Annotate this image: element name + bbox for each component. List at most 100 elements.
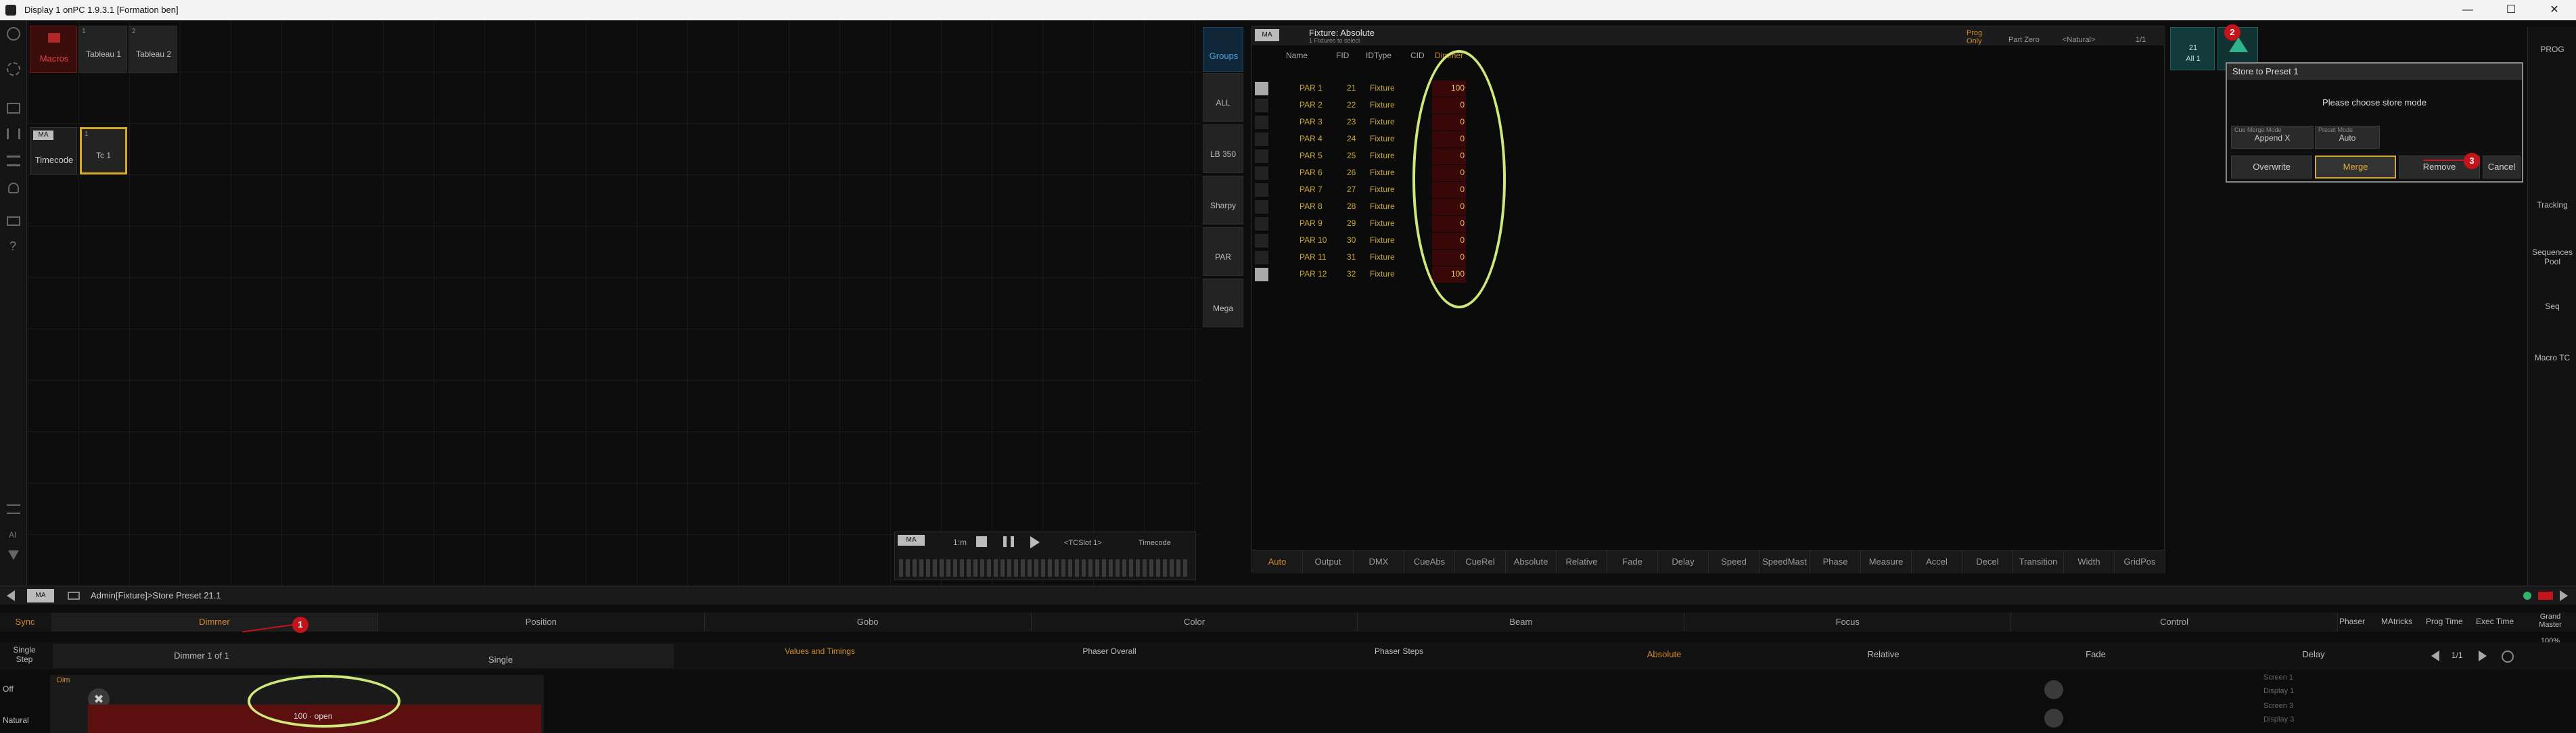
sheet-tab[interactable]: Width: [2064, 550, 2115, 573]
row-select-box[interactable]: [1255, 268, 1268, 281]
arrow-right-icon[interactable]: [2560, 590, 2568, 601]
group-tile-sharpy[interactable]: Sharpy: [1203, 176, 1243, 224]
overwrite-button[interactable]: Overwrite: [2231, 156, 2312, 179]
feature-position[interactable]: Position: [377, 613, 705, 632]
group-tile-mega[interactable]: Mega: [1203, 279, 1243, 327]
screen-knob-icon[interactable]: [2044, 680, 2063, 699]
filter-icon[interactable]: [8, 550, 19, 560]
close-button[interactable]: ✕: [2533, 0, 2576, 20]
groups-pool-header[interactable]: Groups: [1203, 27, 1243, 72]
cancel-button[interactable]: Cancel: [2483, 156, 2521, 179]
gear-icon[interactable]: [7, 62, 20, 76]
display-knob-icon[interactable]: [2044, 709, 2063, 728]
prog-time-button[interactable]: Prog Time: [2426, 617, 2463, 626]
group-tile-all[interactable]: ALL: [1203, 73, 1243, 122]
macro-tile-1[interactable]: 1 Tableau 1: [78, 26, 127, 73]
row-select-box[interactable]: [1255, 99, 1268, 112]
preset-tile[interactable]: 21 All 1: [2170, 27, 2215, 70]
macro-tile-2[interactable]: 2 Tableau 2: [129, 26, 177, 73]
values-timings[interactable]: Values and Timings: [676, 646, 963, 656]
single-mode[interactable]: Single: [327, 644, 674, 668]
sidebar-item-sequences-pool[interactable]: Sequences Pool: [2531, 247, 2574, 266]
col-cid[interactable]: CID: [1410, 51, 1425, 60]
row-select-box[interactable]: [1255, 200, 1268, 214]
cue-merge-mode-field[interactable]: Cue Merge Mode Append X: [2231, 126, 2314, 149]
preset-mode-field[interactable]: Preset Mode Auto: [2315, 126, 2380, 149]
col-idtype[interactable]: IDType: [1366, 51, 1392, 60]
prog-only-toggle[interactable]: Prog Only: [1967, 29, 1994, 45]
arrow-left-icon[interactable]: [7, 590, 15, 601]
sheet-tab[interactable]: Output: [1303, 550, 1354, 573]
sheet-tab[interactable]: CueAbs: [1404, 550, 1455, 573]
power-icon[interactable]: [7, 27, 20, 41]
page-next-icon[interactable]: [2479, 651, 2487, 661]
row-select-box[interactable]: [1255, 251, 1268, 264]
col-fid[interactable]: FID: [1336, 51, 1349, 60]
sheet-tab[interactable]: Accel: [1912, 550, 1962, 573]
group-tile-lb350[interactable]: LB 350: [1203, 124, 1243, 173]
feature-dimmer[interactable]: Dimmer: [51, 613, 378, 632]
sheet-tab[interactable]: Delay: [1658, 550, 1709, 573]
timecode-pool-header[interactable]: MA Timecode: [30, 127, 77, 174]
page-prev-icon[interactable]: [2431, 651, 2439, 661]
natural-mode[interactable]: <Natural>: [2063, 36, 2095, 44]
feature-control[interactable]: Control: [2011, 613, 2339, 632]
part-zero[interactable]: Part Zero: [2008, 36, 2040, 44]
single-step-button[interactable]: Single Step: [4, 645, 45, 664]
phaser-steps[interactable]: Phaser Steps: [1256, 646, 1542, 656]
maximize-button[interactable]: ☐: [2489, 0, 2533, 20]
timecode-slot[interactable]: <TCSlot 1>: [1064, 539, 1102, 547]
sheet-tab[interactable]: Fade: [1607, 550, 1658, 573]
pause-icon[interactable]: [1003, 536, 1014, 547]
feature-beam[interactable]: Beam: [1358, 613, 1685, 632]
row-select-box[interactable]: [1255, 234, 1268, 247]
fader-icon[interactable]: [7, 128, 20, 139]
mode-delay[interactable]: Delay: [2200, 649, 2427, 659]
sheet-tab[interactable]: SpeedMast: [1760, 550, 1810, 573]
encoder-off[interactable]: Off: [3, 684, 43, 694]
timecode-keypad[interactable]: [899, 559, 1190, 577]
list-icon[interactable]: [7, 504, 20, 514]
sheet-tab[interactable]: Auto: [1252, 550, 1303, 573]
phaser-button[interactable]: Phaser: [2339, 617, 2365, 626]
monitor-icon[interactable]: [7, 216, 20, 226]
sheet-tab[interactable]: Phase: [1810, 550, 1861, 573]
timecode-mode[interactable]: Timecode: [1138, 539, 1171, 547]
feature-gobo[interactable]: Gobo: [704, 613, 1032, 632]
keyboard-icon[interactable]: [68, 592, 80, 600]
sheet-tab[interactable]: Absolute: [1506, 550, 1557, 573]
row-select-box[interactable]: [1255, 217, 1268, 231]
row-select-box[interactable]: [1255, 149, 1268, 163]
play-icon[interactable]: [1030, 536, 1040, 548]
row-select-box[interactable]: [1255, 82, 1268, 95]
merge-button[interactable]: Merge: [2315, 156, 2396, 179]
sheet-tab[interactable]: GridPos: [2115, 550, 2165, 573]
stop-icon[interactable]: [976, 536, 987, 547]
settings-icon[interactable]: [2502, 651, 2514, 663]
row-select-box[interactable]: [1255, 183, 1268, 197]
timecode-tile-1[interactable]: 1 Tc 1: [80, 127, 127, 174]
row-select-box[interactable]: [1255, 116, 1268, 129]
ai-icon[interactable]: AI: [9, 530, 16, 540]
encoder-natural[interactable]: Natural: [3, 715, 43, 725]
sync-button[interactable]: Sync: [0, 613, 50, 632]
matricks-button[interactable]: MAtricks: [2381, 617, 2412, 626]
macros-pool-header[interactable]: Macros: [30, 26, 77, 73]
sheet-tab[interactable]: CueRel: [1455, 550, 1506, 573]
col-name[interactable]: Name: [1286, 51, 1327, 60]
feature-color[interactable]: Color: [1031, 613, 1358, 632]
exec-time-button[interactable]: Exec Time: [2476, 617, 2514, 626]
group-tile-par[interactable]: PAR: [1203, 227, 1243, 276]
sidebar-item-tracking[interactable]: Tracking: [2528, 200, 2576, 210]
sheet-tab[interactable]: Speed: [1709, 550, 1760, 573]
sidebar-item-seq[interactable]: Seq: [2528, 302, 2576, 311]
mode-absolute[interactable]: Absolute: [1556, 649, 1772, 659]
view-icon[interactable]: [7, 103, 20, 114]
phaser-overall[interactable]: Phaser Overall: [966, 646, 1253, 656]
help-icon[interactable]: ?: [9, 239, 16, 254]
sheet-tab[interactable]: Relative: [1557, 550, 1607, 573]
sheet-tab[interactable]: DMX: [1354, 550, 1404, 573]
row-select-box[interactable]: [1255, 133, 1268, 146]
sliders-icon[interactable]: [7, 156, 20, 166]
sheet-tab[interactable]: Decel: [1962, 550, 2013, 573]
